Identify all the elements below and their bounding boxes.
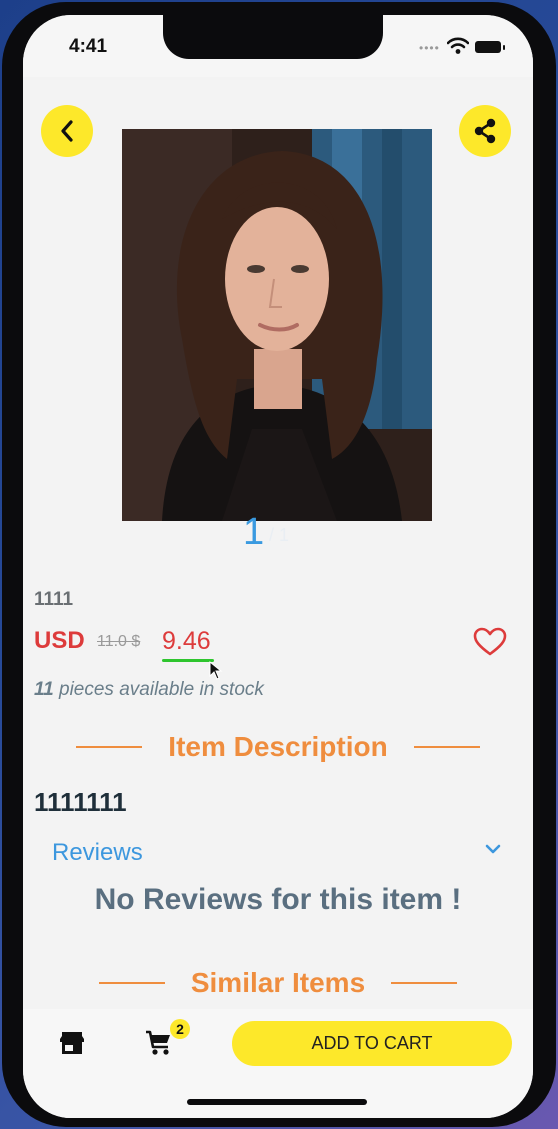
no-reviews-message: No Reviews for this item !: [94, 883, 462, 916]
status-bar: 4:41 ••••: [23, 15, 533, 77]
product-name: 1111: [34, 589, 74, 610]
status-time: 4:41: [69, 36, 108, 57]
status-icons: ••••: [419, 37, 509, 57]
item-description-title: Item Description: [168, 731, 388, 762]
pager-current: 1: [243, 511, 265, 553]
share-button[interactable]: [459, 105, 511, 157]
item-description-heading: Item Description: [23, 727, 533, 767]
phone-frame: 4:41 •••• 1 / 1 1111 USD 11.0 $ 9.46 11 …: [2, 2, 556, 1127]
chevron-down-icon: [485, 844, 501, 854]
heart-outline-icon: [473, 627, 507, 656]
share-icon: [474, 118, 496, 144]
mouse-cursor-icon: [209, 661, 223, 680]
bottom-action-bar: 2 ADD TO CART: [23, 1009, 533, 1118]
cart-button[interactable]: [145, 1029, 173, 1062]
item-description-text: 1111111: [34, 787, 127, 817]
reviews-label: Reviews: [52, 839, 143, 866]
favorite-button[interactable]: [473, 627, 507, 662]
product-image[interactable]: [122, 129, 432, 521]
home-indicator: [187, 1099, 367, 1105]
portrait-photo: [122, 129, 432, 521]
price-underline: [162, 659, 214, 662]
price-currency: USD: [34, 627, 85, 654]
cart-icon: [146, 1030, 170, 1055]
store-button[interactable]: [59, 1031, 85, 1060]
device-notch: [163, 15, 383, 59]
original-price: 11.0 $: [97, 633, 141, 650]
app-screen: 4:41 •••• 1 / 1 1111 USD 11.0 $ 9.46 11 …: [23, 15, 533, 1118]
pager-total: / 1: [269, 525, 290, 545]
image-pager: 1 / 1: [243, 511, 323, 553]
similar-items-heading: Similar Items: [23, 963, 533, 1003]
chevron-left-icon: [61, 120, 73, 142]
discounted-price: 9.46: [162, 627, 211, 655]
divider-line: [413, 746, 480, 748]
divider-line: [98, 982, 165, 984]
store-icon: [60, 1032, 84, 1054]
stock-text: pieces available in stock: [53, 679, 264, 700]
divider-line: [391, 982, 458, 984]
reviews-toggle[interactable]: Reviews: [52, 837, 502, 871]
add-to-cart-button[interactable]: ADD TO CART: [232, 1021, 512, 1066]
stock-info: 11 pieces available in stock: [34, 679, 264, 701]
cellular-dots-icon: ••••: [419, 41, 440, 55]
divider-line: [76, 746, 143, 748]
similar-items-title: Similar Items: [190, 967, 366, 998]
battery-icon: [475, 41, 505, 53]
wifi-icon: [447, 37, 469, 54]
back-button[interactable]: [41, 105, 93, 157]
cart-count-badge: 2: [170, 1019, 190, 1039]
stock-count: 11: [34, 679, 54, 700]
